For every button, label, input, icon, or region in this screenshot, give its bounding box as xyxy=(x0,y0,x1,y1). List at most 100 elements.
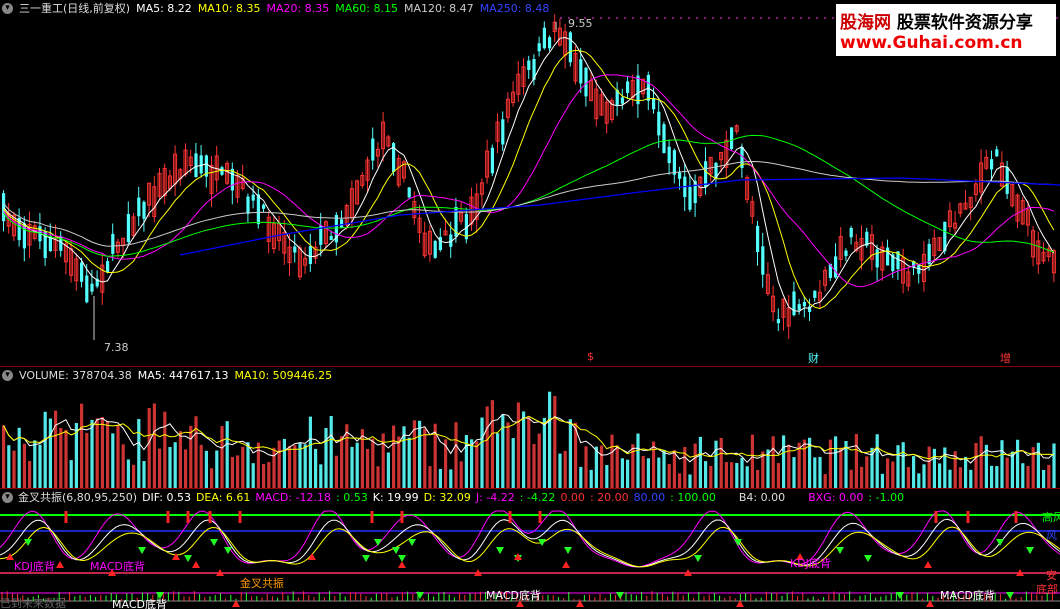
volume-bar xyxy=(652,441,656,488)
kline-pane[interactable]: ▾ 三一重工(日线,前复权) MA5: 8.22 MA10: 8.35 MA20… xyxy=(0,0,1060,366)
volume-bar xyxy=(475,441,479,488)
volume-bar xyxy=(693,443,697,488)
volume-bar xyxy=(896,445,900,488)
right-label-bottom: 底部 xyxy=(1036,583,1058,596)
sell-signal-marker xyxy=(166,511,170,523)
j-value: J: -4.22 xyxy=(475,490,515,504)
j-line xyxy=(0,510,1060,568)
candle-body xyxy=(792,291,796,316)
candle-body xyxy=(1005,167,1009,194)
volume-bar xyxy=(579,466,583,488)
down-arrow-icon xyxy=(398,555,406,562)
volume-bar xyxy=(438,468,442,488)
candle-body xyxy=(620,97,624,104)
volume-bar xyxy=(319,464,323,488)
volume-bar xyxy=(880,473,884,488)
annotation-kdj-divergence: KDJ底背 xyxy=(790,557,831,570)
volume-bar xyxy=(558,453,562,488)
candle-body xyxy=(568,32,572,63)
volume-bar xyxy=(589,469,593,488)
volume-bar xyxy=(386,452,390,488)
indicator-pane[interactable]: ▾ 金叉共振(6,80,95,250) DIF: 0.53 DEA: 6.61 … xyxy=(0,489,1060,609)
volume-value: VOLUME: 378704.38 xyxy=(19,368,132,382)
candle-body xyxy=(501,119,505,145)
ma20-value: MA20: 8.35 xyxy=(266,1,330,15)
volume-bar xyxy=(657,457,661,488)
candle-body xyxy=(262,204,266,209)
volume-bar xyxy=(839,447,843,488)
candle-body xyxy=(667,146,671,164)
volume-bar xyxy=(1016,439,1020,488)
volume-bar xyxy=(329,415,333,488)
volume-bar xyxy=(740,457,744,488)
volume-bar xyxy=(522,411,526,488)
volume-bar xyxy=(90,419,94,488)
vol-ma10-value: MA10: 509446.25 xyxy=(234,368,333,382)
candle-body xyxy=(834,256,838,278)
volume-bar xyxy=(563,450,567,488)
volume-bar xyxy=(2,425,6,488)
volume-bar xyxy=(80,403,84,488)
candle-body xyxy=(407,187,411,198)
volume-bar xyxy=(59,427,63,488)
volume-bar xyxy=(43,411,47,488)
volume-bar xyxy=(584,446,588,488)
volume-bar xyxy=(251,463,255,488)
down-arrow-icon xyxy=(416,592,424,599)
up-arrow-icon xyxy=(6,553,14,560)
v7-value: : -1.00 xyxy=(868,490,905,504)
event-marker-finance[interactable]: 财 xyxy=(808,350,819,366)
up-arrow-icon xyxy=(308,553,316,560)
dea-value: DEA: 6.61 xyxy=(195,490,251,504)
candle-body xyxy=(802,301,806,307)
volume-bar xyxy=(626,459,630,488)
volume-bar xyxy=(158,448,162,488)
volume-bar xyxy=(912,456,916,488)
watermark-slogan: 股票软件资源分享 xyxy=(896,12,1033,33)
volume-bar xyxy=(553,396,557,488)
annotation-kdj-divergence: KDJ底背 xyxy=(14,560,55,573)
chevron-down-icon[interactable]: ▾ xyxy=(2,369,13,381)
annotation-macd-divergence: MACD底背 xyxy=(486,589,541,602)
volume-bar xyxy=(709,465,713,488)
volume-bar xyxy=(600,445,604,488)
volume-bar xyxy=(267,462,271,488)
volume-bar xyxy=(262,463,266,488)
candle-body xyxy=(85,275,89,303)
volume-bar xyxy=(126,459,130,488)
chevron-down-icon[interactable]: ▾ xyxy=(2,2,13,14)
down-arrow-icon xyxy=(408,539,416,546)
candle-body xyxy=(246,196,250,214)
candle-body xyxy=(688,186,692,210)
candle-body xyxy=(678,172,682,179)
volume-bar xyxy=(990,465,994,488)
sell-signal-marker xyxy=(370,511,374,523)
up-arrow-icon xyxy=(562,561,570,568)
volume-bar xyxy=(121,444,125,488)
candle-body xyxy=(542,27,546,49)
candle-body xyxy=(80,262,84,282)
sell-signal-marker xyxy=(238,511,242,523)
volume-bar xyxy=(730,462,734,488)
volume-bar xyxy=(69,460,73,488)
volume-bar xyxy=(854,433,858,488)
chevron-down-icon[interactable]: ▾ xyxy=(2,491,13,503)
down-arrow-icon xyxy=(210,539,218,546)
candle-body xyxy=(875,249,879,268)
high-price-label: 9.55 xyxy=(568,17,593,30)
volume-bar xyxy=(501,414,505,488)
volume-bar xyxy=(236,455,240,488)
volume-pane[interactable]: ▾ VOLUME: 378704.38 MA5: 447617.13 MA10:… xyxy=(0,367,1060,488)
volume-bar xyxy=(1000,440,1004,488)
volume-bar xyxy=(1005,457,1009,488)
volume-bar xyxy=(168,446,172,488)
volume-bar xyxy=(33,440,37,488)
d-value: D: 32.09 xyxy=(423,490,471,504)
volume-bar xyxy=(350,446,354,488)
volume-bar xyxy=(454,422,458,488)
volume-bar xyxy=(490,400,494,488)
volume-bar xyxy=(823,474,827,488)
candle-body xyxy=(293,246,297,253)
event-marker-dividend[interactable]: $ xyxy=(587,350,594,363)
event-marker-increase[interactable]: 增 xyxy=(1000,350,1011,366)
